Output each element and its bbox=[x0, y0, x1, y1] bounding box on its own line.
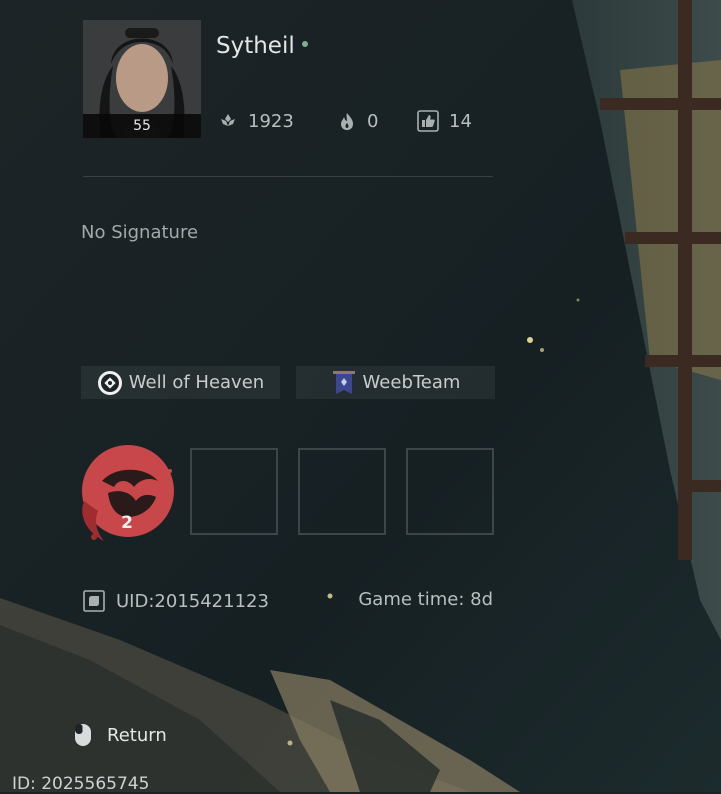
badge-count: 2 bbox=[121, 513, 133, 533]
stat-likes[interactable]: 14 bbox=[417, 108, 472, 134]
sect-emblem-icon bbox=[97, 370, 122, 395]
header-divider bbox=[83, 176, 493, 177]
empty-badge-slot[interactable] bbox=[298, 448, 386, 535]
footer-id: ID: 2025565745 bbox=[12, 774, 150, 794]
stat-value: 0 bbox=[367, 110, 379, 132]
return-label: Return bbox=[107, 724, 167, 746]
flame-icon bbox=[341, 113, 353, 130]
stat-flame: 0 bbox=[337, 108, 378, 134]
sect-name: Well of Heaven bbox=[128, 372, 265, 393]
uid-row[interactable]: UID:2015421123 bbox=[83, 588, 269, 614]
mouse-icon bbox=[75, 724, 91, 746]
uid-text: UID:2015421123 bbox=[116, 590, 269, 612]
stat-value: 1923 bbox=[248, 110, 294, 132]
online-status-icon bbox=[302, 41, 308, 47]
stat-lotus: 1923 bbox=[218, 108, 294, 134]
guild-tag[interactable]: WeebTeam bbox=[296, 366, 495, 399]
signature-text: No Signature bbox=[81, 222, 199, 243]
empty-badge-slot[interactable] bbox=[406, 448, 494, 535]
game-time: Game time: 8d bbox=[358, 589, 493, 610]
player-level: 55 bbox=[83, 114, 201, 138]
player-avatar[interactable]: 55 bbox=[83, 20, 201, 138]
thumbs-up-icon bbox=[417, 110, 439, 132]
player-name: Sytheil bbox=[216, 33, 295, 59]
guild-name: WeebTeam bbox=[362, 372, 461, 393]
stat-value: 14 bbox=[449, 110, 472, 132]
empty-badge-slot[interactable] bbox=[190, 448, 278, 535]
sect-tag[interactable]: Well of Heaven bbox=[81, 366, 280, 399]
copy-icon[interactable] bbox=[83, 590, 105, 612]
lotus-icon bbox=[221, 114, 235, 126]
return-button[interactable]: Return bbox=[74, 721, 167, 749]
guild-banner-icon bbox=[332, 370, 355, 394]
